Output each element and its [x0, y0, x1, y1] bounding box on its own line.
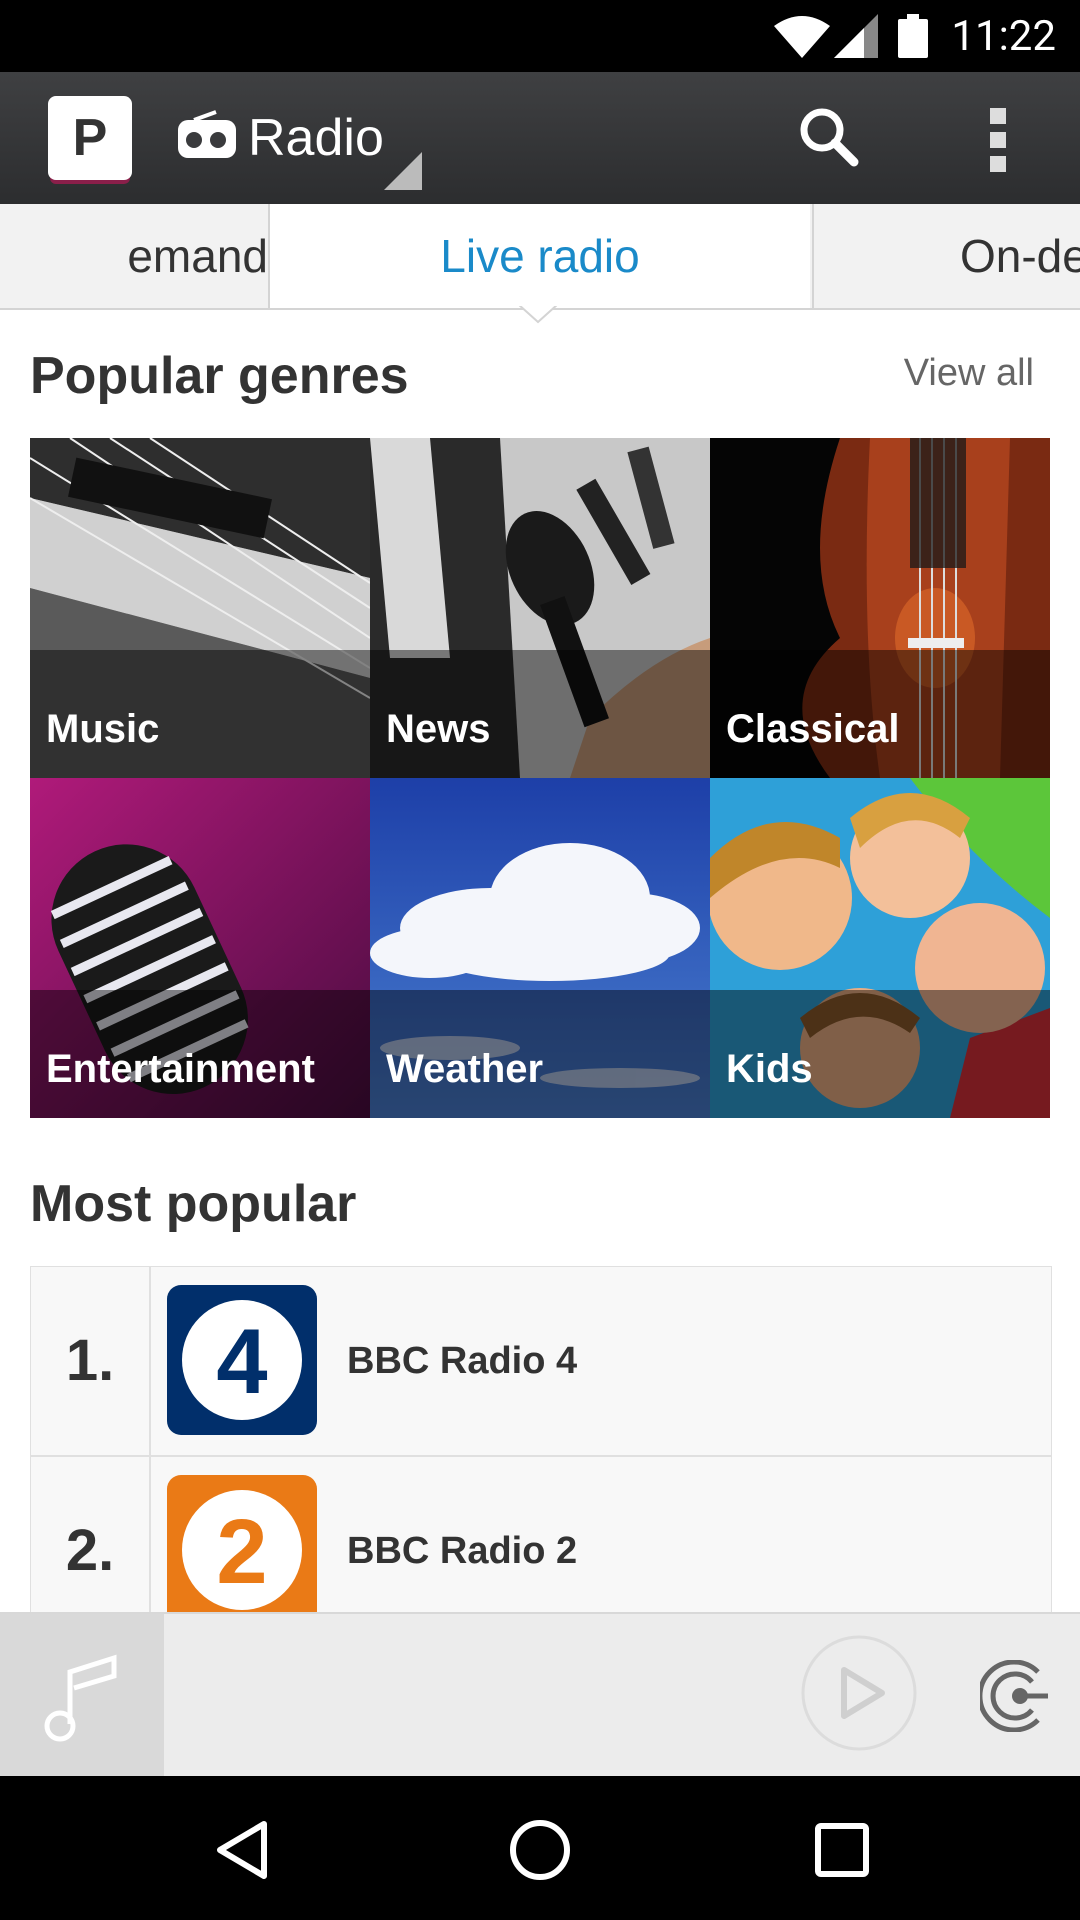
station-rank: 1.: [31, 1267, 151, 1455]
tab-live-radio[interactable]: Live radio: [270, 204, 810, 308]
app-bar: P Radio: [0, 72, 1080, 204]
app-logo[interactable]: P: [48, 96, 132, 180]
cast-icon[interactable]: [980, 1660, 1052, 1732]
genre-tile-entertainment[interactable]: Entertainment: [30, 778, 370, 1118]
genre-label: Kids: [726, 1047, 813, 1091]
status-bar: 11:22: [0, 0, 1080, 72]
genre-tile-classical[interactable]: Classical: [710, 438, 1050, 778]
app-title-dropdown[interactable]: Radio: [248, 108, 384, 168]
dropdown-triangle-icon[interactable]: [384, 152, 422, 190]
most-popular-title: Most popular: [30, 1175, 357, 1233]
station-logo-radio4: 4: [167, 1285, 317, 1435]
station-row[interactable]: 1. 4 BBC Radio 4: [31, 1267, 1051, 1457]
station-name: BBC Radio 2: [347, 1530, 578, 1572]
genre-label: Weather: [386, 1047, 544, 1091]
svg-text:2: 2: [216, 1501, 267, 1603]
tab-on-demand-right[interactable]: On-de: [812, 204, 1080, 308]
popular-genres-title: Popular genres: [30, 347, 409, 405]
view-all-link[interactable]: View all: [904, 352, 1034, 395]
mini-player: [0, 1612, 1080, 1778]
genre-tile-news[interactable]: News: [370, 438, 710, 778]
svg-text:4: 4: [216, 1311, 267, 1413]
genre-tile-weather[interactable]: Weather: [370, 778, 710, 1118]
genre-grid: Music News Classical Entertainment Weath…: [30, 438, 1050, 1118]
genre-label: Classical: [726, 707, 900, 751]
genre-label: News: [386, 707, 491, 751]
most-popular-list: 1. 4 BBC Radio 4 2. 2 BBC Radio 2: [30, 1266, 1052, 1614]
battery-icon: [898, 14, 928, 58]
now-playing-artwork[interactable]: [0, 1614, 164, 1778]
app-logo-letter: P: [72, 109, 108, 167]
tab-bar: emand Live radio On-de: [0, 204, 1080, 310]
radio4-logo-icon: 4: [182, 1300, 302, 1420]
station-name: BBC Radio 4: [347, 1340, 578, 1382]
radio2-logo-icon: 2: [182, 1490, 302, 1610]
play-button[interactable]: [800, 1634, 918, 1752]
tab-indicator-pointer: [518, 304, 558, 324]
system-nav-bar: [0, 1776, 1080, 1920]
radio-icon: [178, 110, 236, 158]
genre-label: Entertainment: [46, 1047, 315, 1091]
clock: 11:22: [951, 12, 1056, 61]
station-logo-radio2: 2: [167, 1475, 317, 1613]
tab-on-demand-left[interactable]: emand: [0, 204, 270, 308]
station-row[interactable]: 2. 2 BBC Radio 2: [31, 1457, 1051, 1613]
genre-label: Music: [46, 707, 160, 751]
station-rank: 2.: [31, 1457, 151, 1613]
signal-icon: [834, 14, 878, 58]
recents-icon[interactable]: [814, 1822, 870, 1878]
wifi-icon: [774, 16, 830, 58]
search-icon[interactable]: [796, 104, 860, 168]
back-icon[interactable]: [214, 1820, 270, 1880]
genre-tile-kids[interactable]: Kids: [710, 778, 1050, 1118]
home-icon[interactable]: [508, 1818, 572, 1882]
overflow-menu-icon[interactable]: [978, 104, 1018, 176]
music-note-icon: [44, 1654, 117, 1742]
genre-tile-music[interactable]: Music: [30, 438, 370, 778]
